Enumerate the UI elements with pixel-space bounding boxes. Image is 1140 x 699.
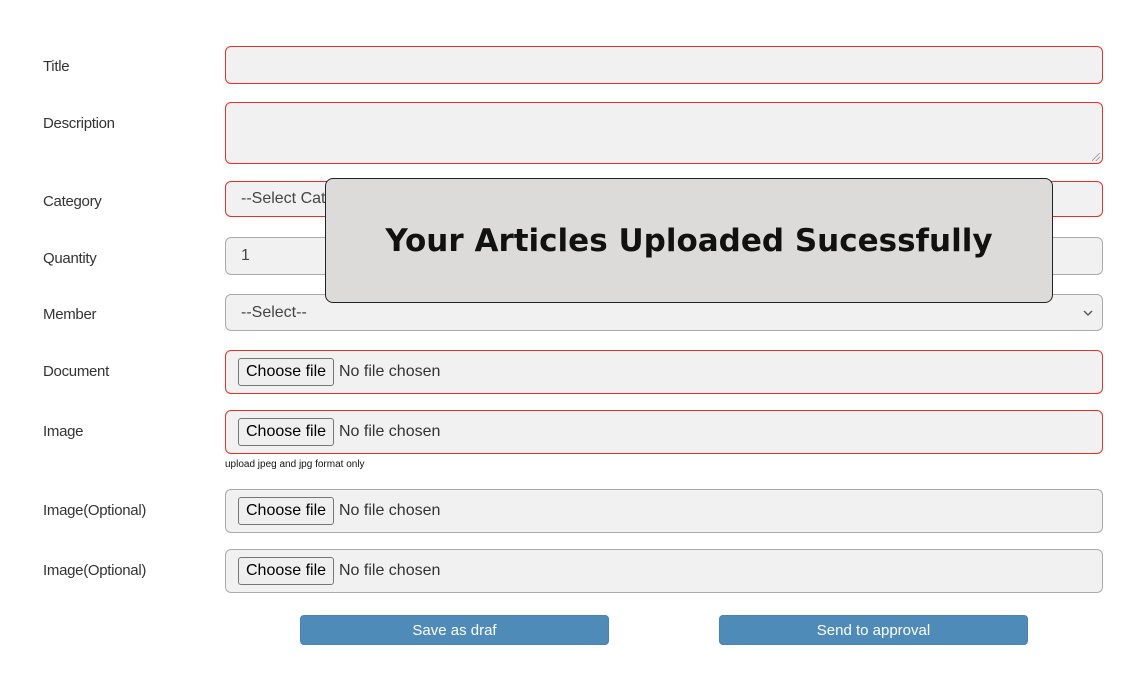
title-input[interactable] (225, 46, 1103, 84)
member-selected-value: --Select-- (241, 303, 307, 321)
image-format-hint: upload jpeg and jpg format only (225, 459, 365, 470)
image-optional-2-label: Image(Optional) (43, 562, 147, 579)
image-optional-1-label: Image(Optional) (43, 502, 147, 519)
send-to-approval-button[interactable]: Send to approval (719, 615, 1028, 645)
image-optional-2-choose-file-button[interactable]: Choose file (238, 557, 335, 585)
description-textarea[interactable] (225, 102, 1103, 164)
category-label: Category (43, 193, 102, 210)
image-file-status: No file chosen (339, 423, 441, 440)
document-choose-file-button[interactable]: Choose file (238, 358, 335, 386)
image-optional-1-file-status: No file chosen (339, 502, 441, 519)
quantity-label: Quantity (43, 250, 97, 267)
document-file-status: No file chosen (339, 363, 441, 380)
image-optional-2-file-status: No file chosen (339, 562, 441, 579)
title-label: Title (43, 58, 70, 75)
document-file-input[interactable]: Choose file No file chosen (225, 350, 1103, 394)
image-label: Image (43, 423, 84, 440)
image-optional-2-file-input[interactable]: Choose file No file chosen (225, 549, 1103, 593)
image-optional-1-choose-file-button[interactable]: Choose file (238, 497, 335, 525)
image-file-input[interactable]: Choose file No file chosen (225, 410, 1103, 454)
success-toast: Your Articles Uploaded Sucessfully (325, 178, 1053, 303)
resize-grip-icon[interactable] (1092, 153, 1100, 161)
quantity-value: 1 (241, 247, 250, 264)
member-label: Member (43, 306, 97, 323)
document-label: Document (43, 363, 109, 380)
chevron-down-icon (1083, 310, 1093, 316)
image-optional-1-file-input[interactable]: Choose file No file chosen (225, 489, 1103, 533)
success-toast-message: Your Articles Uploaded Sucessfully (385, 222, 993, 259)
image-choose-file-button[interactable]: Choose file (238, 418, 335, 446)
save-draft-button[interactable]: Save as draf (300, 615, 609, 645)
description-label: Description (43, 115, 115, 132)
